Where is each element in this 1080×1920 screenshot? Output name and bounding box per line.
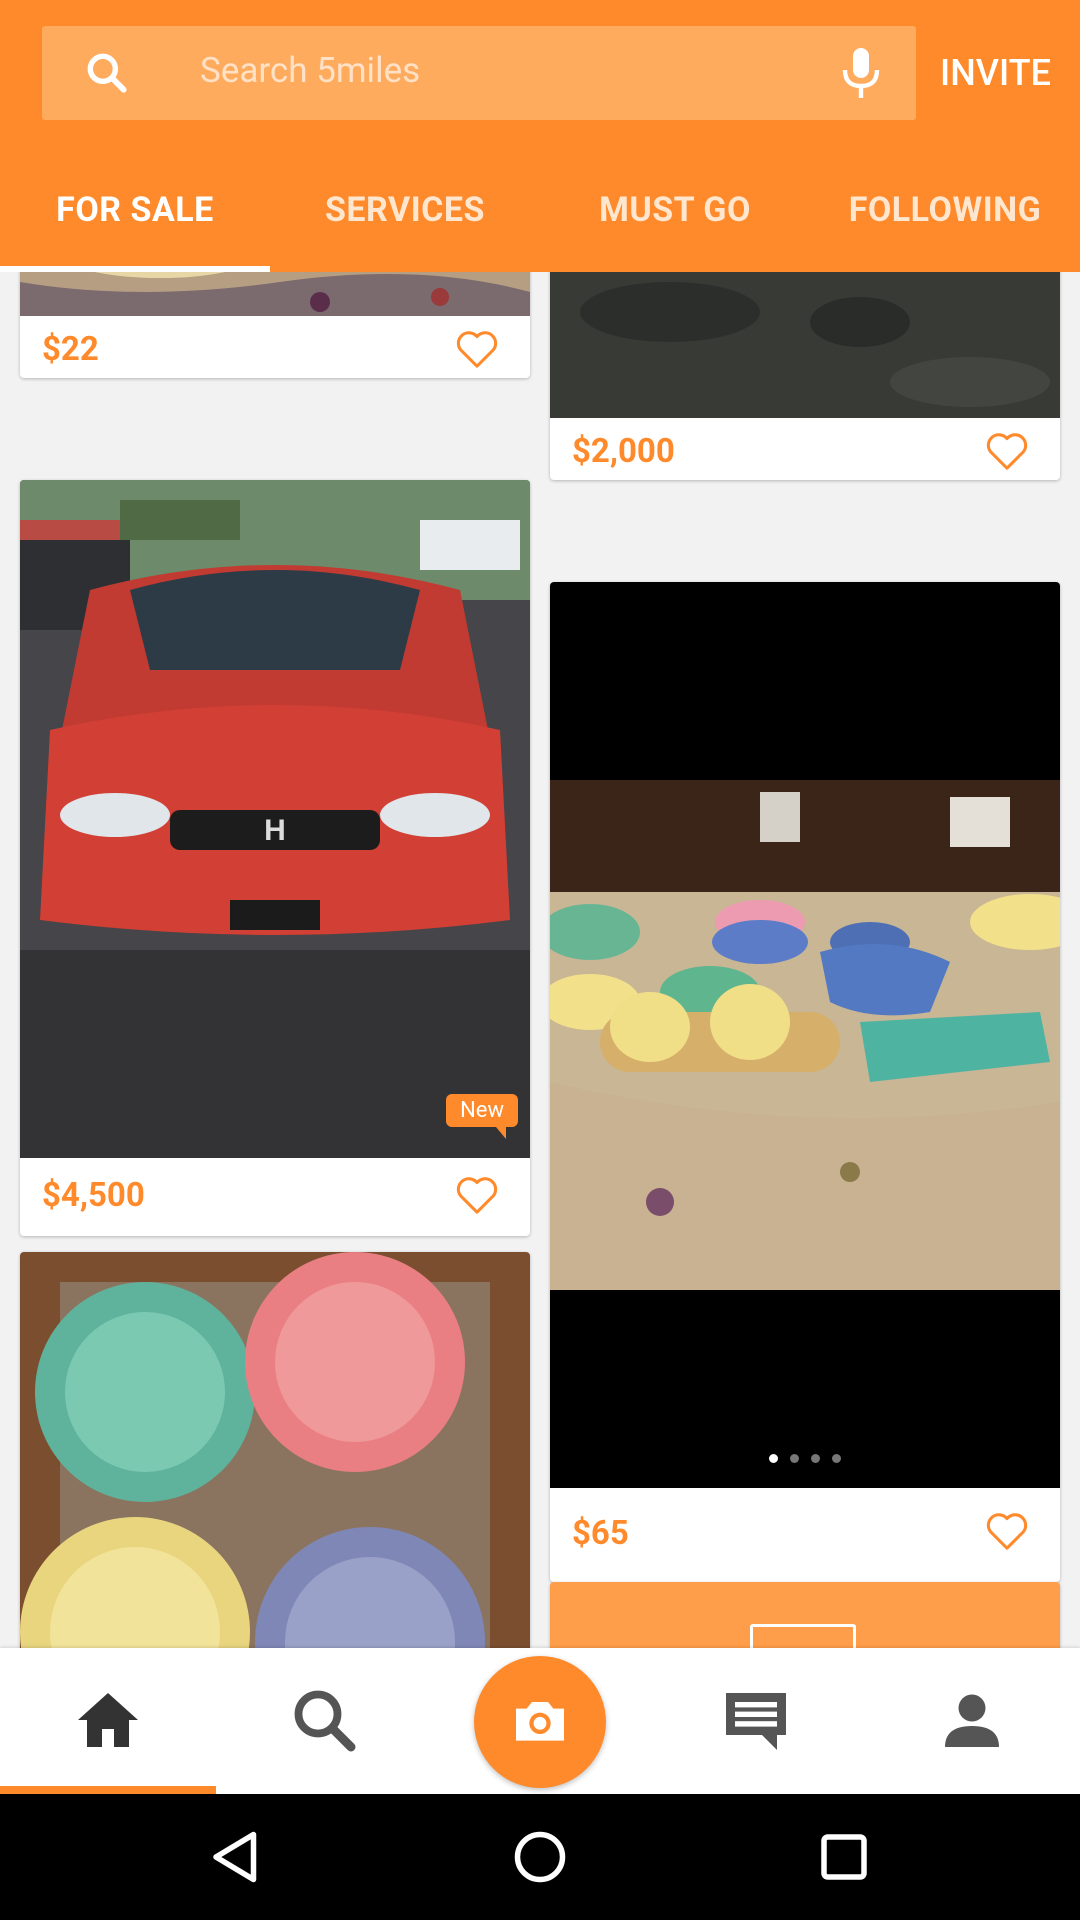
listing-image — [20, 1252, 530, 1648]
listing-card[interactable]: $2,000 — [550, 272, 1060, 480]
promo-icon — [750, 1624, 856, 1648]
listing-price: $4,500 — [42, 1176, 145, 1215]
back-icon[interactable] — [206, 1827, 266, 1887]
listing-price: $22 — [42, 330, 99, 369]
tab-following[interactable]: FOLLOWING — [810, 166, 1080, 272]
sell-camera-button[interactable] — [474, 1656, 606, 1788]
app-header: Search 5miles INVITE FOR SALE SERVICES M… — [0, 0, 1080, 272]
active-tab-indicator — [0, 266, 270, 272]
carousel-indicator — [550, 1448, 1060, 1467]
new-badge: New — [446, 1094, 518, 1139]
listing-price: $2,000 — [572, 432, 675, 471]
tab-must-go[interactable]: MUST GO — [540, 166, 810, 272]
listing-card[interactable]: H New $4,500 — [20, 480, 530, 1236]
promo-card[interactable] — [550, 1582, 1060, 1648]
listing-feed[interactable]: $22 H New $4,500 $2,000 $65 — [0, 272, 1080, 1648]
home-icon — [78, 1693, 138, 1747]
invite-button[interactable]: INVITE — [940, 52, 1051, 94]
camera-icon — [516, 1702, 564, 1741]
nav-home[interactable] — [0, 1648, 216, 1794]
listing-image — [20, 272, 530, 316]
nav-messages[interactable] — [648, 1648, 864, 1794]
home-circle-icon[interactable] — [510, 1827, 570, 1887]
favorite-heart-icon[interactable] — [984, 430, 1030, 472]
system-navigation-bar — [0, 1794, 1080, 1920]
microphone-icon[interactable] — [836, 46, 886, 102]
carousel-dot — [790, 1454, 799, 1463]
listing-image — [550, 582, 1060, 1488]
tab-services[interactable]: SERVICES — [270, 166, 540, 272]
nav-search[interactable] — [216, 1648, 432, 1794]
favorite-heart-icon[interactable] — [984, 1510, 1030, 1552]
svg-text:H: H — [264, 814, 286, 847]
listing-card[interactable] — [20, 1252, 530, 1648]
search-placeholder[interactable]: Search 5miles — [200, 50, 420, 91]
listing-card[interactable]: $65 — [550, 582, 1060, 1582]
listing-image — [550, 272, 1060, 418]
tab-for-sale[interactable]: FOR SALE — [0, 166, 270, 272]
carousel-dot — [832, 1454, 841, 1463]
recents-icon[interactable] — [814, 1827, 874, 1887]
listing-card[interactable]: $22 — [20, 272, 530, 378]
favorite-heart-icon[interactable] — [454, 328, 500, 370]
listing-image: H — [20, 480, 530, 1158]
search-icon — [294, 1690, 356, 1752]
bottom-navigation — [0, 1648, 1080, 1794]
profile-icon — [945, 1694, 999, 1747]
search-icon — [87, 53, 127, 93]
favorite-heart-icon[interactable] — [454, 1174, 500, 1216]
carousel-dot — [811, 1454, 820, 1463]
carousel-dot — [769, 1454, 778, 1463]
nav-profile[interactable] — [864, 1648, 1080, 1794]
active-nav-indicator — [0, 1786, 216, 1794]
category-tabs: FOR SALE SERVICES MUST GO FOLLOWING — [0, 166, 1080, 272]
search-bar[interactable]: Search 5miles — [42, 26, 916, 120]
listing-price: $65 — [572, 1514, 629, 1553]
chat-icon — [726, 1693, 786, 1750]
